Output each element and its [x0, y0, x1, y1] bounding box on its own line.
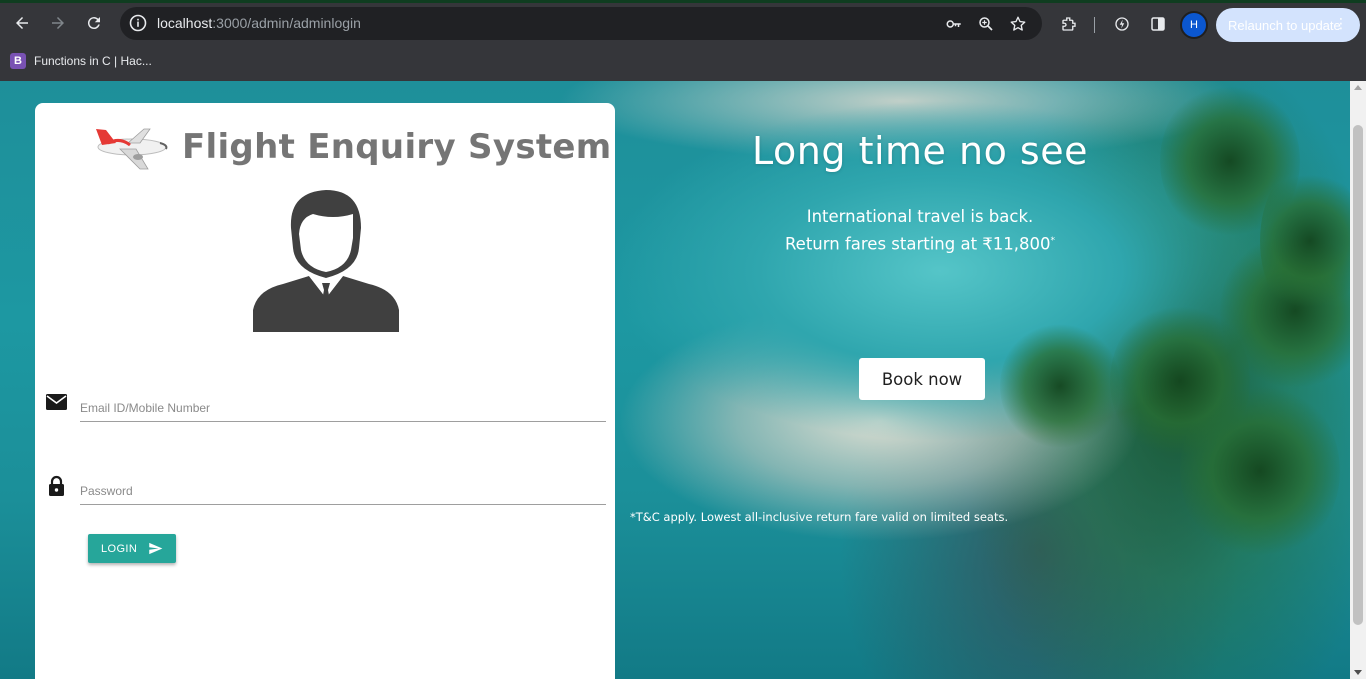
extensions-icon[interactable]	[1058, 13, 1080, 35]
page-scrollbar[interactable]	[1350, 81, 1366, 679]
password-input[interactable]	[80, 471, 606, 505]
bookmark-label: Functions in C | Hac...	[34, 54, 152, 68]
brand-header: Flight Enquiry System	[90, 117, 612, 177]
promo-subtitle-line2: Return fares starting at ₹11,800*	[784, 234, 1056, 254]
promo-subtitle-line1: International travel is back.	[806, 207, 1034, 226]
reload-icon[interactable]	[81, 10, 107, 36]
bookmark-star-icon[interactable]	[1008, 14, 1028, 34]
book-now-button[interactable]: Book now	[859, 358, 985, 400]
performance-icon[interactable]	[1111, 13, 1133, 35]
promo-subtitle: International travel is back. Return far…	[660, 205, 1180, 257]
scroll-down-icon[interactable]	[1354, 670, 1362, 675]
palm-tree-decoration	[1260, 161, 1350, 321]
tab-strip-edge	[0, 0, 1366, 3]
palm-tree-decoration	[1180, 381, 1340, 561]
promo-title: Long time no see	[752, 129, 1088, 173]
scroll-thumb[interactable]	[1353, 125, 1363, 625]
back-icon[interactable]	[9, 10, 35, 36]
page-background: Flight Enquiry System LOGIN	[0, 81, 1350, 679]
email-input[interactable]	[80, 388, 606, 422]
admin-user-icon	[253, 188, 399, 332]
profile-initial: H	[1190, 19, 1198, 31]
forward-icon[interactable]	[45, 10, 71, 36]
profile-avatar[interactable]: H	[1180, 11, 1208, 39]
terms-note: *T&C apply. Lowest all-inclusive return …	[630, 510, 1009, 524]
email-icon	[45, 392, 69, 414]
address-bar[interactable]: localhost:3000/admin/adminlogin	[120, 7, 1042, 40]
zoom-icon[interactable]	[976, 14, 996, 34]
bookmarks-bar: B Functions in C | Hac...	[0, 45, 1366, 75]
relaunch-label: Relaunch to update	[1228, 17, 1341, 33]
bootstrap-favicon-icon: B	[10, 53, 26, 69]
palm-tree-decoration	[1000, 321, 1120, 451]
side-panel-icon[interactable]	[1147, 13, 1169, 35]
send-icon	[149, 542, 163, 555]
browser-chrome: localhost:3000/admin/adminlogin H Relaun…	[0, 0, 1366, 81]
lock-icon	[45, 475, 69, 497]
bookmark-item[interactable]: B Functions in C | Hac...	[10, 51, 152, 71]
relaunch-button[interactable]: Relaunch to update ⋮	[1216, 8, 1360, 42]
scroll-up-icon[interactable]	[1354, 85, 1362, 90]
login-button[interactable]: LOGIN	[88, 534, 176, 563]
login-label: LOGIN	[101, 542, 138, 555]
app-title: Flight Enquiry System	[182, 127, 612, 167]
login-card: Flight Enquiry System LOGIN	[35, 103, 615, 679]
airplane-logo-icon	[90, 117, 180, 177]
url-text[interactable]: localhost:3000/admin/adminlogin	[157, 15, 361, 31]
more-vert-icon[interactable]: ⋮	[1334, 15, 1348, 32]
toolbar-divider	[1094, 17, 1095, 33]
browser-toolbar: localhost:3000/admin/adminlogin H Relaun…	[0, 4, 1366, 42]
password-key-icon[interactable]	[944, 14, 964, 34]
site-info-icon[interactable]	[128, 13, 148, 33]
password-field	[45, 471, 607, 511]
email-field	[45, 388, 607, 428]
